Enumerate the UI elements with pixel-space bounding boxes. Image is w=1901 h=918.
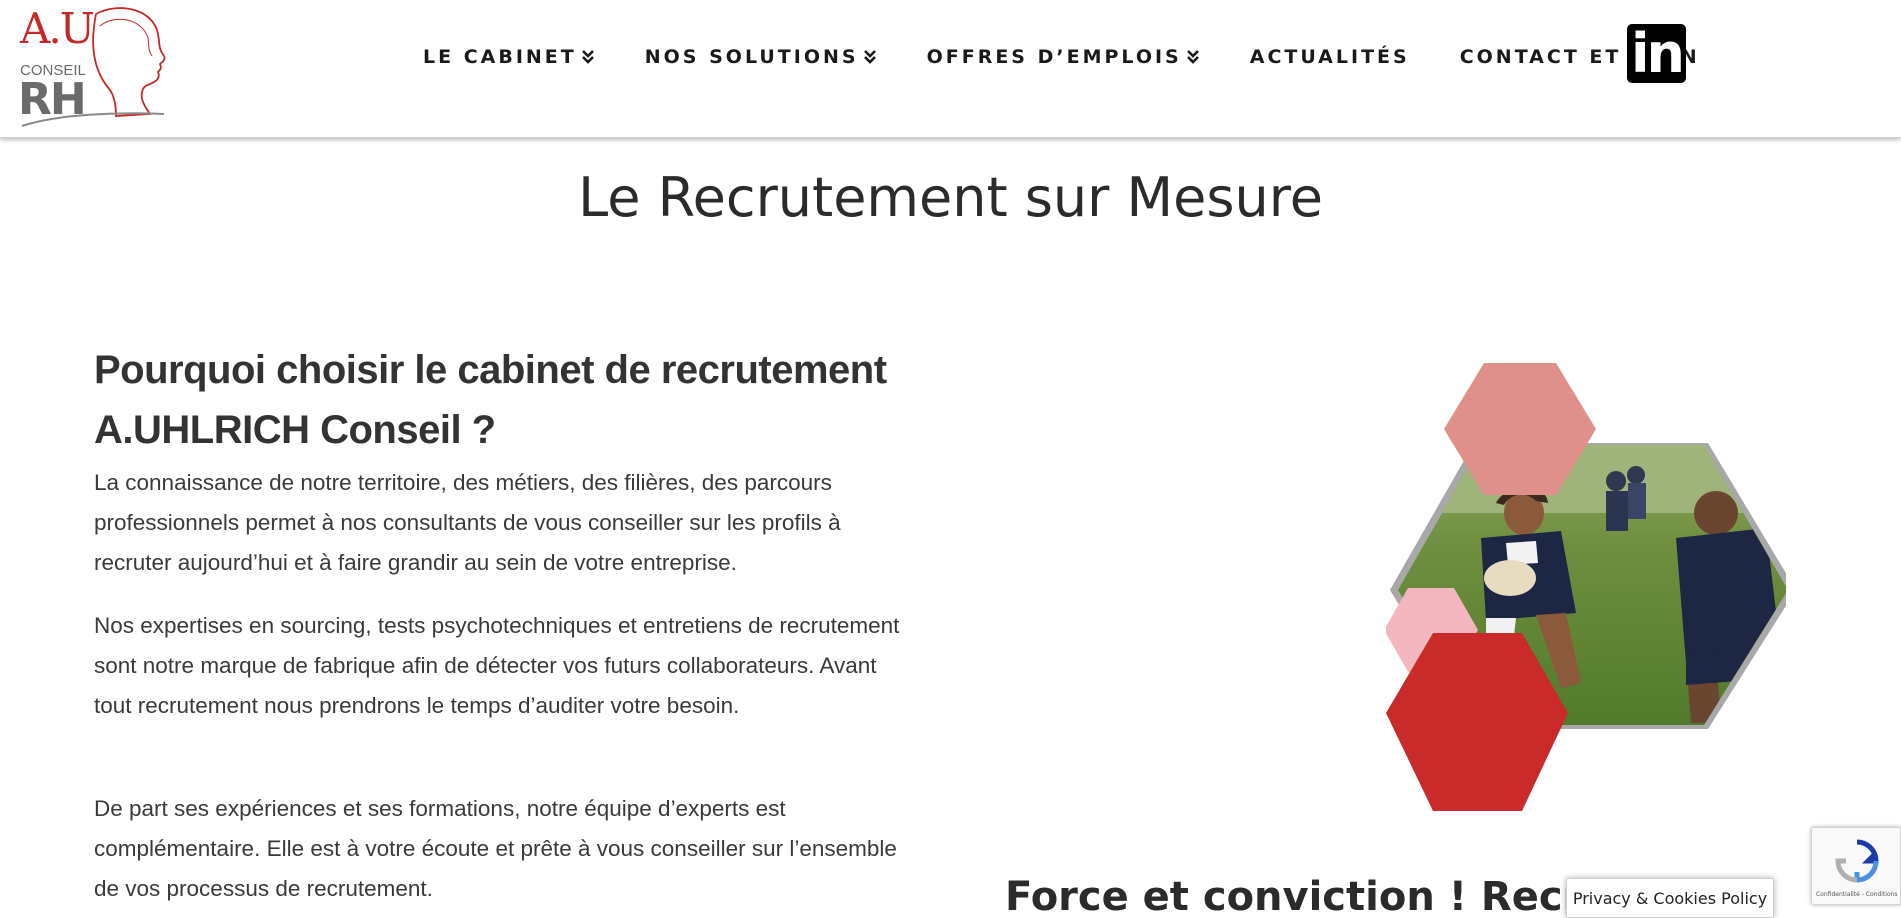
site-header: A.U CONSEIL RH LE CABINET NOS SOLUTIONS … xyxy=(0,0,1901,138)
logo-top-text: A.U xyxy=(20,4,95,53)
nav-item-label: ACTUALITÉS xyxy=(1249,46,1410,68)
nav-item-nos-solutions[interactable]: NOS SOLUTIONS xyxy=(645,46,877,68)
logo-bottom-text: RH xyxy=(18,74,87,125)
privacy-cookies-policy-button[interactable]: Privacy & Cookies Policy xyxy=(1566,878,1774,918)
recaptcha-badge[interactable]: Confidentialité - Conditions xyxy=(1811,827,1901,905)
paragraph-equipe: De part ses expériences et ses formation… xyxy=(94,796,897,901)
double-chevron-down-icon xyxy=(1186,50,1199,64)
paragraph-territoire: La connaissance de notre territoire, des… xyxy=(94,470,841,575)
linkedin-icon[interactable]: in xyxy=(1627,22,1686,85)
double-chevron-down-icon xyxy=(863,50,876,64)
recaptcha-text: Confidentialité - Conditions xyxy=(1816,891,1898,898)
nav-item-actualites[interactable]: ACTUALITÉS xyxy=(1250,46,1410,68)
nav-item-label: OFFRES D’EMPLOIS xyxy=(926,46,1182,68)
paragraph-expertises: Nos expertises en sourcing, tests psycho… xyxy=(94,613,900,718)
double-chevron-down-icon xyxy=(581,50,594,64)
site-logo[interactable]: A.U CONSEIL RH xyxy=(18,4,168,128)
main-nav: LE CABINET NOS SOLUTIONS OFFRES D’EMPLOI… xyxy=(423,46,1700,68)
hexagon-collage-graphic xyxy=(1384,363,1796,811)
recaptcha-icon xyxy=(1835,839,1879,883)
rugby-hexagon-image xyxy=(1384,363,1796,813)
page-title: Le Recrutement sur Mesure xyxy=(578,166,1323,229)
nav-item-label: LE CABINET xyxy=(423,46,577,68)
nav-item-offres-emplois[interactable]: OFFRES D’EMPLOIS xyxy=(927,46,1200,68)
nav-item-label: NOS SOLUTIONS xyxy=(644,46,859,68)
nav-item-le-cabinet[interactable]: LE CABINET xyxy=(423,46,595,68)
section-heading: Pourquoi choisir le cabinet de recruteme… xyxy=(94,348,887,452)
linkedin-icon-text: in xyxy=(1631,22,1685,85)
